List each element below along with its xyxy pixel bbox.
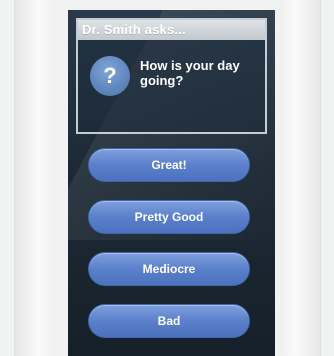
- question-text: How is your day going?: [140, 58, 240, 88]
- answer-button-bad[interactable]: Bad: [88, 304, 250, 338]
- question-mark-icon: ?: [90, 56, 130, 96]
- answer-button-great[interactable]: Great!: [88, 148, 250, 182]
- question-dialog: Dr. Smith asks... ? How is your day goin…: [76, 18, 267, 134]
- answer-button-mediocre[interactable]: Mediocre: [88, 252, 250, 286]
- background-panel-right: [280, 0, 321, 356]
- dialog-title: Dr. Smith asks...: [78, 20, 265, 40]
- answer-button-pretty-good[interactable]: Pretty Good: [88, 200, 250, 234]
- phone-screen: Dr. Smith asks... ? How is your day goin…: [68, 10, 275, 356]
- background-panel-left: [14, 0, 55, 356]
